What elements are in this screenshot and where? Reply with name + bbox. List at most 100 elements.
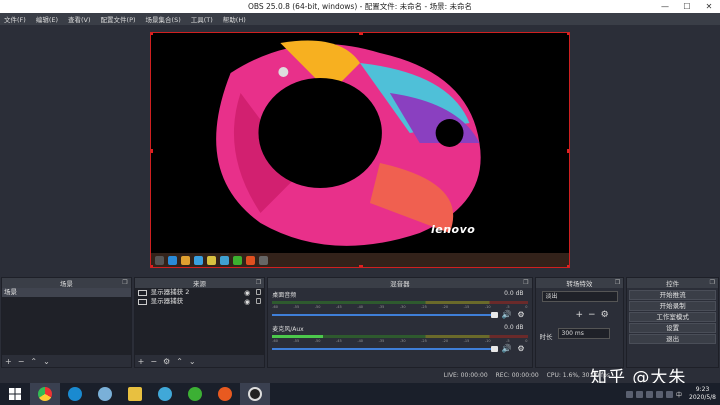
tray-icon[interactable]	[636, 390, 644, 398]
resize-handle[interactable]	[151, 265, 153, 267]
undock-icon[interactable]: ❐	[615, 279, 620, 286]
meter-tick-label: -55	[293, 305, 300, 309]
gear-icon[interactable]: ⚙	[601, 310, 609, 320]
menu-scene-collection[interactable]: 场景集合(S)	[146, 14, 181, 24]
clock-date: 2020/5/8	[689, 394, 716, 401]
resize-handle[interactable]	[359, 33, 363, 35]
resize-handle[interactable]	[567, 265, 569, 267]
add-icon[interactable]: +	[138, 357, 145, 366]
start-streaming-button[interactable]: 开始推流	[629, 290, 716, 300]
wechat-icon[interactable]	[180, 383, 210, 405]
scenes-dock: 场景 ❐ 场景 + − ⌃ ⌄	[1, 277, 132, 368]
meter-tick-label: 0	[525, 339, 528, 343]
move-up-icon[interactable]: ⌃	[30, 357, 37, 366]
preview-canvas[interactable]: lenovo	[150, 32, 570, 268]
menu-profile[interactable]: 配置文件(P)	[101, 14, 136, 24]
menu-help[interactable]: 帮助(H)	[223, 14, 246, 24]
scene-item[interactable]: 场景	[2, 288, 131, 297]
undock-icon[interactable]: ❐	[710, 279, 715, 286]
source-item[interactable]: 显示器捕获 2 ◉	[135, 288, 265, 297]
controls-dock-title: 控件 ❐	[627, 278, 718, 288]
lock-icon[interactable]	[256, 298, 262, 304]
wallpaper-image	[151, 33, 569, 267]
remove-icon[interactable]: −	[150, 357, 157, 366]
resize-handle[interactable]	[151, 149, 153, 153]
add-icon[interactable]: +	[576, 310, 584, 320]
remove-icon[interactable]: −	[588, 310, 596, 320]
remove-icon[interactable]: −	[18, 357, 25, 366]
obs-icon[interactable]	[240, 383, 270, 405]
gear-icon[interactable]: ⚙	[517, 344, 524, 353]
tray-icon[interactable]	[626, 390, 634, 398]
dock-area: 场景 ❐ 场景 + − ⌃ ⌄ 来源 ❐ 显示器捕获 2 ◉ 显示器捕获 ◉ +…	[0, 277, 720, 368]
maximize-button[interactable]: ☐	[676, 0, 698, 13]
meter-tick-label: -60	[272, 305, 278, 309]
scenes-list: 场景	[2, 288, 131, 355]
resize-handle[interactable]	[359, 265, 363, 267]
resize-handle[interactable]	[567, 149, 569, 153]
fader-knob[interactable]	[490, 312, 498, 318]
tray-icon[interactable]	[646, 390, 654, 398]
start-recording-button[interactable]: 开始录制	[629, 301, 716, 311]
meter-tick-label: -45	[336, 339, 342, 343]
tray-icon[interactable]	[656, 390, 664, 398]
resize-handle[interactable]	[567, 33, 569, 35]
volume-fader[interactable]: 🔊 ⚙	[272, 344, 527, 353]
monitor-icon	[137, 298, 147, 305]
file-explorer-icon[interactable]	[120, 383, 150, 405]
undock-icon[interactable]: ❐	[256, 279, 261, 286]
browser-icon[interactable]	[90, 383, 120, 405]
tray-icon[interactable]	[666, 390, 674, 398]
settings-button[interactable]: 设置	[629, 323, 716, 333]
volume-fader[interactable]: 🔊 ⚙	[272, 310, 527, 319]
menu-tools[interactable]: 工具(T)	[191, 14, 213, 24]
clock[interactable]: 9:23 2020/5/8	[689, 386, 716, 402]
gear-icon[interactable]: ⚙	[517, 310, 524, 319]
meter-tick-label: -20	[442, 339, 449, 343]
transition-select[interactable]: 淡出	[541, 291, 618, 302]
meter-tick-label: -30	[399, 339, 406, 343]
visibility-eye-icon[interactable]: ◉	[244, 298, 250, 307]
menu-view[interactable]: 查看(V)	[68, 14, 91, 24]
add-icon[interactable]: +	[5, 357, 12, 366]
lock-icon[interactable]	[256, 289, 262, 295]
move-down-icon[interactable]: ⌄	[189, 357, 196, 366]
meter-tick-label: -10	[484, 305, 491, 309]
duration-input[interactable]: 300 ms	[557, 328, 610, 339]
app-icon[interactable]	[150, 383, 180, 405]
undock-icon[interactable]: ❐	[122, 279, 127, 286]
fader-knob[interactable]	[490, 346, 498, 352]
undock-icon[interactable]: ❐	[523, 279, 528, 286]
live-status: LIVE: 00:00:00	[443, 372, 488, 379]
firefox-icon[interactable]	[210, 383, 240, 405]
mixer-channels: 桌面音频 0.0 dB -60 -55 -50 -45 -40 -35 -30 -25 -20 -…	[268, 288, 532, 367]
edge-icon[interactable]	[60, 383, 90, 405]
meter-tick-label: -40	[357, 305, 364, 309]
system-tray: 中 9:23 2020/5/8	[626, 383, 716, 405]
minimize-button[interactable]: —	[654, 0, 676, 13]
move-up-icon[interactable]: ⌃	[176, 357, 183, 366]
meter-ticks: -60 -55 -50 -45 -40 -35 -30 -25 -20 -15 -10 -5 0	[272, 305, 527, 310]
move-down-icon[interactable]: ⌄	[43, 357, 50, 366]
transitions-dock: 转场特效 ❐ 淡出 + − ⚙ 时长 300 ms	[534, 277, 625, 368]
start-button[interactable]	[0, 383, 30, 405]
meter-tick-label: -30	[399, 305, 406, 309]
exit-button[interactable]: 退出	[629, 334, 716, 344]
chrome-icon[interactable]	[30, 383, 60, 405]
menu-edit[interactable]: 编辑(E)	[36, 14, 58, 24]
ime-indicator[interactable]: 中	[676, 390, 682, 399]
close-button[interactable]: ✕	[698, 0, 720, 13]
source-item[interactable]: 显示器捕获 ◉	[135, 297, 265, 306]
meter-tick-label: -20	[442, 305, 449, 309]
controls-dock: 控件 ❐ 开始推流 开始录制 工作室模式 设置 退出	[626, 277, 719, 368]
menu-file[interactable]: 文件(F)	[4, 14, 26, 24]
meter-tick-label: -40	[357, 339, 364, 343]
studio-mode-button[interactable]: 工作室模式	[629, 312, 716, 322]
meter-tick-label: -35	[378, 305, 385, 309]
brand-logo: lenovo	[431, 223, 476, 236]
gear-icon[interactable]: ⚙	[163, 357, 170, 366]
speaker-icon[interactable]: 🔊	[502, 344, 512, 353]
resize-handle[interactable]	[151, 33, 153, 35]
meter-tick-label: -35	[378, 339, 385, 343]
speaker-icon[interactable]: 🔊	[502, 310, 512, 319]
